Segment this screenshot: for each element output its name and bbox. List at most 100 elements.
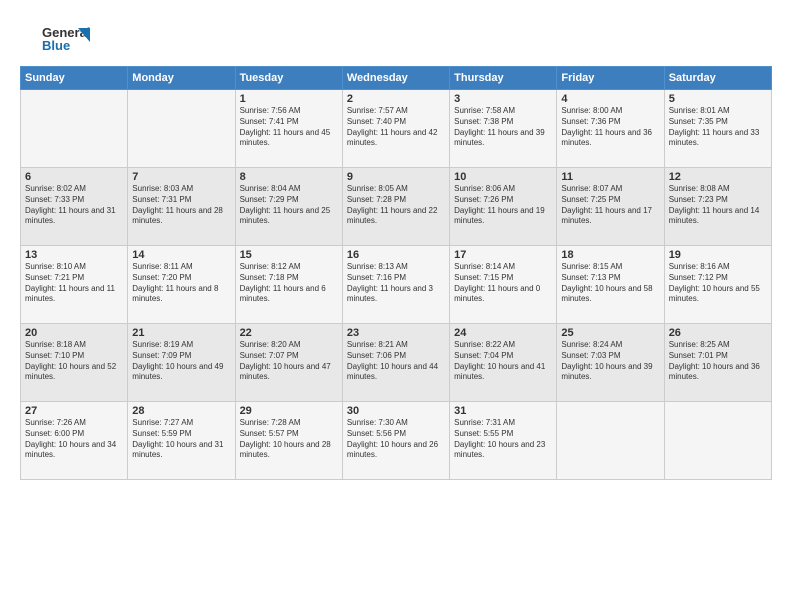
day-number: 9 [347, 171, 445, 183]
day-info: Sunrise: 8:10 AMSunset: 7:21 PMDaylight:… [25, 262, 123, 305]
day-info: Sunrise: 7:56 AMSunset: 7:41 PMDaylight:… [240, 106, 338, 149]
calendar-cell: 29Sunrise: 7:28 AMSunset: 5:57 PMDayligh… [235, 402, 342, 480]
calendar-cell: 1Sunrise: 7:56 AMSunset: 7:41 PMDaylight… [235, 90, 342, 168]
calendar-cell: 8Sunrise: 8:04 AMSunset: 7:29 PMDaylight… [235, 168, 342, 246]
calendar-cell: 5Sunrise: 8:01 AMSunset: 7:35 PMDaylight… [664, 90, 771, 168]
day-number: 14 [132, 249, 230, 261]
day-number: 31 [454, 405, 552, 417]
day-number: 28 [132, 405, 230, 417]
calendar-cell: 2Sunrise: 7:57 AMSunset: 7:40 PMDaylight… [342, 90, 449, 168]
calendar-table: SundayMondayTuesdayWednesdayThursdayFrid… [20, 66, 772, 480]
calendar-cell: 10Sunrise: 8:06 AMSunset: 7:26 PMDayligh… [450, 168, 557, 246]
header-row: SundayMondayTuesdayWednesdayThursdayFrid… [21, 67, 772, 90]
day-info: Sunrise: 8:15 AMSunset: 7:13 PMDaylight:… [561, 262, 659, 305]
day-number: 16 [347, 249, 445, 261]
calendar-cell: 9Sunrise: 8:05 AMSunset: 7:28 PMDaylight… [342, 168, 449, 246]
weekday-header: Wednesday [342, 67, 449, 90]
calendar-cell: 17Sunrise: 8:14 AMSunset: 7:15 PMDayligh… [450, 246, 557, 324]
calendar-cell: 24Sunrise: 8:22 AMSunset: 7:04 PMDayligh… [450, 324, 557, 402]
day-info: Sunrise: 8:25 AMSunset: 7:01 PMDaylight:… [669, 340, 767, 383]
calendar-cell: 3Sunrise: 7:58 AMSunset: 7:38 PMDaylight… [450, 90, 557, 168]
day-info: Sunrise: 8:08 AMSunset: 7:23 PMDaylight:… [669, 184, 767, 227]
day-info: Sunrise: 8:22 AMSunset: 7:04 PMDaylight:… [454, 340, 552, 383]
day-info: Sunrise: 8:02 AMSunset: 7:33 PMDaylight:… [25, 184, 123, 227]
weekday-header: Tuesday [235, 67, 342, 90]
calendar-cell: 25Sunrise: 8:24 AMSunset: 7:03 PMDayligh… [557, 324, 664, 402]
day-number: 12 [669, 171, 767, 183]
day-info: Sunrise: 8:18 AMSunset: 7:10 PMDaylight:… [25, 340, 123, 383]
calendar-cell: 27Sunrise: 7:26 AMSunset: 6:00 PMDayligh… [21, 402, 128, 480]
weekday-header: Friday [557, 67, 664, 90]
calendar-cell: 30Sunrise: 7:30 AMSunset: 5:56 PMDayligh… [342, 402, 449, 480]
day-info: Sunrise: 8:05 AMSunset: 7:28 PMDaylight:… [347, 184, 445, 227]
logo-icon: General Blue [20, 20, 100, 56]
day-number: 29 [240, 405, 338, 417]
weekday-header: Saturday [664, 67, 771, 90]
day-number: 23 [347, 327, 445, 339]
day-info: Sunrise: 8:06 AMSunset: 7:26 PMDaylight:… [454, 184, 552, 227]
day-number: 10 [454, 171, 552, 183]
day-info: Sunrise: 8:11 AMSunset: 7:20 PMDaylight:… [132, 262, 230, 305]
day-info: Sunrise: 8:07 AMSunset: 7:25 PMDaylight:… [561, 184, 659, 227]
calendar-cell: 16Sunrise: 8:13 AMSunset: 7:16 PMDayligh… [342, 246, 449, 324]
calendar-cell: 21Sunrise: 8:19 AMSunset: 7:09 PMDayligh… [128, 324, 235, 402]
day-info: Sunrise: 7:58 AMSunset: 7:38 PMDaylight:… [454, 106, 552, 149]
day-info: Sunrise: 7:28 AMSunset: 5:57 PMDaylight:… [240, 418, 338, 461]
day-info: Sunrise: 8:03 AMSunset: 7:31 PMDaylight:… [132, 184, 230, 227]
calendar-cell: 28Sunrise: 7:27 AMSunset: 5:59 PMDayligh… [128, 402, 235, 480]
day-info: Sunrise: 8:21 AMSunset: 7:06 PMDaylight:… [347, 340, 445, 383]
day-number: 3 [454, 93, 552, 105]
day-number: 1 [240, 93, 338, 105]
calendar-cell: 7Sunrise: 8:03 AMSunset: 7:31 PMDaylight… [128, 168, 235, 246]
calendar-cell: 18Sunrise: 8:15 AMSunset: 7:13 PMDayligh… [557, 246, 664, 324]
day-number: 7 [132, 171, 230, 183]
day-number: 2 [347, 93, 445, 105]
calendar-cell [557, 402, 664, 480]
day-info: Sunrise: 7:30 AMSunset: 5:56 PMDaylight:… [347, 418, 445, 461]
day-number: 18 [561, 249, 659, 261]
day-number: 19 [669, 249, 767, 261]
day-number: 27 [25, 405, 123, 417]
calendar-cell: 23Sunrise: 8:21 AMSunset: 7:06 PMDayligh… [342, 324, 449, 402]
calendar-cell: 15Sunrise: 8:12 AMSunset: 7:18 PMDayligh… [235, 246, 342, 324]
calendar-cell [21, 90, 128, 168]
day-number: 17 [454, 249, 552, 261]
day-number: 4 [561, 93, 659, 105]
day-number: 8 [240, 171, 338, 183]
calendar-week-row: 27Sunrise: 7:26 AMSunset: 6:00 PMDayligh… [21, 402, 772, 480]
calendar-week-row: 1Sunrise: 7:56 AMSunset: 7:41 PMDaylight… [21, 90, 772, 168]
calendar-week-row: 6Sunrise: 8:02 AMSunset: 7:33 PMDaylight… [21, 168, 772, 246]
day-info: Sunrise: 8:13 AMSunset: 7:16 PMDaylight:… [347, 262, 445, 305]
day-number: 22 [240, 327, 338, 339]
calendar-cell: 4Sunrise: 8:00 AMSunset: 7:36 PMDaylight… [557, 90, 664, 168]
weekday-header: Thursday [450, 67, 557, 90]
weekday-header: Monday [128, 67, 235, 90]
calendar-cell: 6Sunrise: 8:02 AMSunset: 7:33 PMDaylight… [21, 168, 128, 246]
day-number: 25 [561, 327, 659, 339]
weekday-header: Sunday [21, 67, 128, 90]
day-info: Sunrise: 7:26 AMSunset: 6:00 PMDaylight:… [25, 418, 123, 461]
day-number: 26 [669, 327, 767, 339]
day-info: Sunrise: 8:01 AMSunset: 7:35 PMDaylight:… [669, 106, 767, 149]
svg-text:Blue: Blue [42, 38, 70, 53]
day-number: 21 [132, 327, 230, 339]
day-info: Sunrise: 8:16 AMSunset: 7:12 PMDaylight:… [669, 262, 767, 305]
calendar-cell: 20Sunrise: 8:18 AMSunset: 7:10 PMDayligh… [21, 324, 128, 402]
calendar-cell: 19Sunrise: 8:16 AMSunset: 7:12 PMDayligh… [664, 246, 771, 324]
day-info: Sunrise: 8:20 AMSunset: 7:07 PMDaylight:… [240, 340, 338, 383]
calendar-week-row: 13Sunrise: 8:10 AMSunset: 7:21 PMDayligh… [21, 246, 772, 324]
day-info: Sunrise: 8:04 AMSunset: 7:29 PMDaylight:… [240, 184, 338, 227]
calendar-cell: 11Sunrise: 8:07 AMSunset: 7:25 PMDayligh… [557, 168, 664, 246]
day-number: 11 [561, 171, 659, 183]
day-number: 15 [240, 249, 338, 261]
day-number: 13 [25, 249, 123, 261]
day-info: Sunrise: 7:31 AMSunset: 5:55 PMDaylight:… [454, 418, 552, 461]
day-number: 20 [25, 327, 123, 339]
logo: General Blue [20, 20, 100, 56]
day-number: 30 [347, 405, 445, 417]
calendar-week-row: 20Sunrise: 8:18 AMSunset: 7:10 PMDayligh… [21, 324, 772, 402]
day-number: 6 [25, 171, 123, 183]
calendar-cell [128, 90, 235, 168]
day-info: Sunrise: 8:12 AMSunset: 7:18 PMDaylight:… [240, 262, 338, 305]
day-info: Sunrise: 8:24 AMSunset: 7:03 PMDaylight:… [561, 340, 659, 383]
